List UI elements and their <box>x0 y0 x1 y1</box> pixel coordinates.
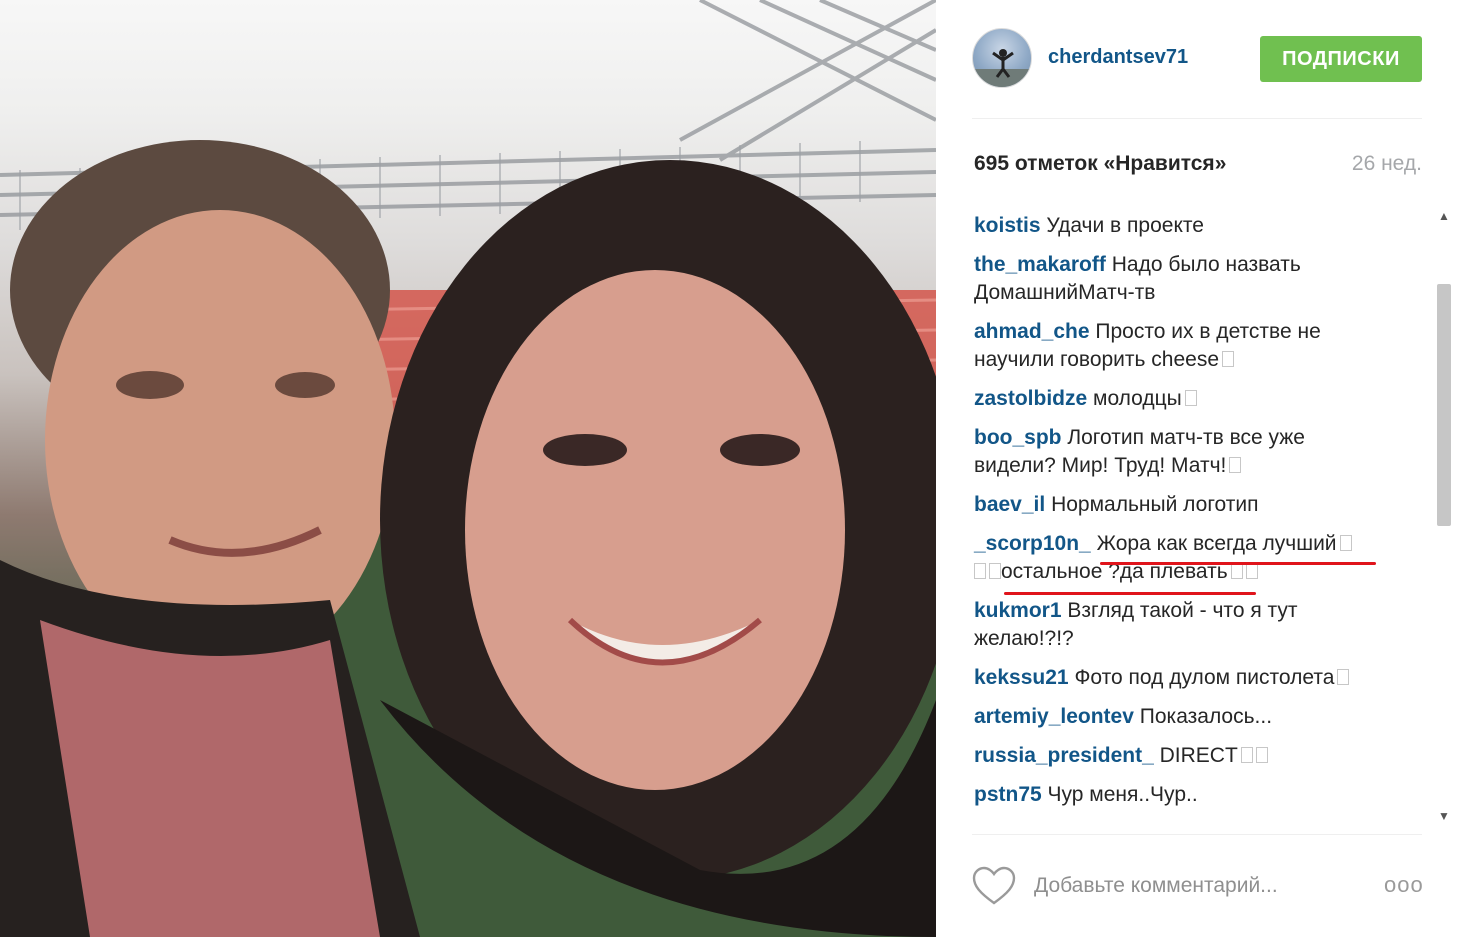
emoji-placeholder-icon <box>989 563 1001 579</box>
comment-item: russia_president_ DIRECT <box>974 742 1386 770</box>
post-sidebar: cherdantsev71 ПОДПИСКИ 695 отметок «Нрав… <box>936 0 1460 937</box>
comment-username[interactable]: artemiy_leontev <box>974 705 1134 728</box>
post-author-username[interactable]: cherdantsev71 <box>1048 46 1188 69</box>
post-header: cherdantsev71 ПОДПИСКИ <box>972 28 1422 90</box>
comment-username[interactable]: boo_spb <box>974 426 1062 449</box>
comment-username[interactable]: ahmad_che <box>974 320 1090 343</box>
comment-username[interactable]: _scorp10n_ <box>974 532 1091 555</box>
comment-item: baev_il Нормальный логотип <box>974 491 1386 519</box>
comment-item: pstn75 Чур меня..Чур.. <box>974 781 1386 809</box>
comment-text: Жора как всегда лучший <box>1096 532 1337 555</box>
comment-item: zastolbidze молодцы <box>974 385 1386 413</box>
comment-input[interactable] <box>1032 866 1336 906</box>
comment-username[interactable]: koistis <box>974 214 1041 237</box>
comment-text: Нормальный логотип <box>1051 493 1259 516</box>
comment-item-highlighted: _scorp10n_ Жора как всегда лучший осталь… <box>974 530 1386 586</box>
comment-text: Удачи в проекте <box>1046 214 1204 237</box>
heart-outline-icon[interactable] <box>972 866 1016 906</box>
footer-divider <box>972 834 1422 835</box>
scroll-thumb[interactable] <box>1437 284 1451 526</box>
annotation-underline <box>1004 592 1256 595</box>
comment-text: Фото под дулом пистолета <box>1074 666 1335 689</box>
comments-list: koistis Удачи в проекте the_makaroff Над… <box>974 212 1386 820</box>
stadium-selfie-illustration <box>0 0 936 937</box>
header-divider <box>972 118 1422 119</box>
emoji-placeholder-icon <box>1230 563 1243 579</box>
emoji-placeholder-icon <box>1337 669 1350 685</box>
comment-item: kukmor1 Взгляд такой - что я тут желаю!?… <box>974 597 1386 653</box>
comment-item: koistis Удачи в проекте <box>974 212 1386 240</box>
comment-text: молодцы <box>1093 387 1182 410</box>
comment-item: ahmad_che Просто их в детстве не научили… <box>974 318 1386 374</box>
comment-text: Показалось... <box>1139 705 1273 728</box>
emoji-placeholder-icon <box>1184 390 1197 406</box>
comment-username[interactable]: pstn75 <box>974 783 1042 806</box>
emoji-placeholder-icon <box>1240 747 1253 763</box>
ellipsis-icon[interactable]: ooo <box>1384 872 1424 898</box>
post-photo <box>0 0 936 937</box>
comment-username[interactable]: kukmor1 <box>974 599 1062 622</box>
comment-username[interactable]: baev_il <box>974 493 1045 516</box>
post-timestamp[interactable]: 26 нед. <box>1352 152 1422 176</box>
comment-item: boo_spb Логотип матч-тв все уже видели? … <box>974 424 1386 480</box>
comment-username[interactable]: zastolbidze <box>974 387 1087 410</box>
comment-item: kekssu21 Фото под дулом пистолета <box>974 664 1386 692</box>
emoji-placeholder-icon <box>1229 457 1242 473</box>
avatar[interactable] <box>972 28 1032 88</box>
likes-count[interactable]: 695 отметок «Нравится» <box>974 152 1226 176</box>
comment-text: Чур меня..Чур.. <box>1047 783 1198 806</box>
comment-text: DIRECT <box>1159 744 1238 767</box>
scroll-up-arrow-icon[interactable]: ▲ <box>1438 210 1450 222</box>
avatar-image-icon <box>973 49 1031 87</box>
comment-item: the_makaroff Надо было назвать ДомашнийМ… <box>974 251 1386 307</box>
comment-item: artemiy_leontev Показалось... <box>974 703 1386 731</box>
follow-button[interactable]: ПОДПИСКИ <box>1260 36 1422 82</box>
comment-username[interactable]: kekssu21 <box>974 666 1069 689</box>
scroll-down-arrow-icon[interactable]: ▼ <box>1438 810 1450 822</box>
comments-scrollbar[interactable]: ▲ ▼ <box>1435 206 1453 828</box>
comment-username[interactable]: russia_president_ <box>974 744 1154 767</box>
annotation-underline <box>1100 562 1376 565</box>
emoji-placeholder-icon <box>1245 563 1258 579</box>
emoji-placeholder-icon <box>1339 535 1352 551</box>
emoji-placeholder-icon <box>974 563 986 579</box>
comment-username[interactable]: the_makaroff <box>974 253 1106 276</box>
emoji-placeholder-icon <box>1222 351 1235 367</box>
emoji-placeholder-icon <box>1255 747 1268 763</box>
